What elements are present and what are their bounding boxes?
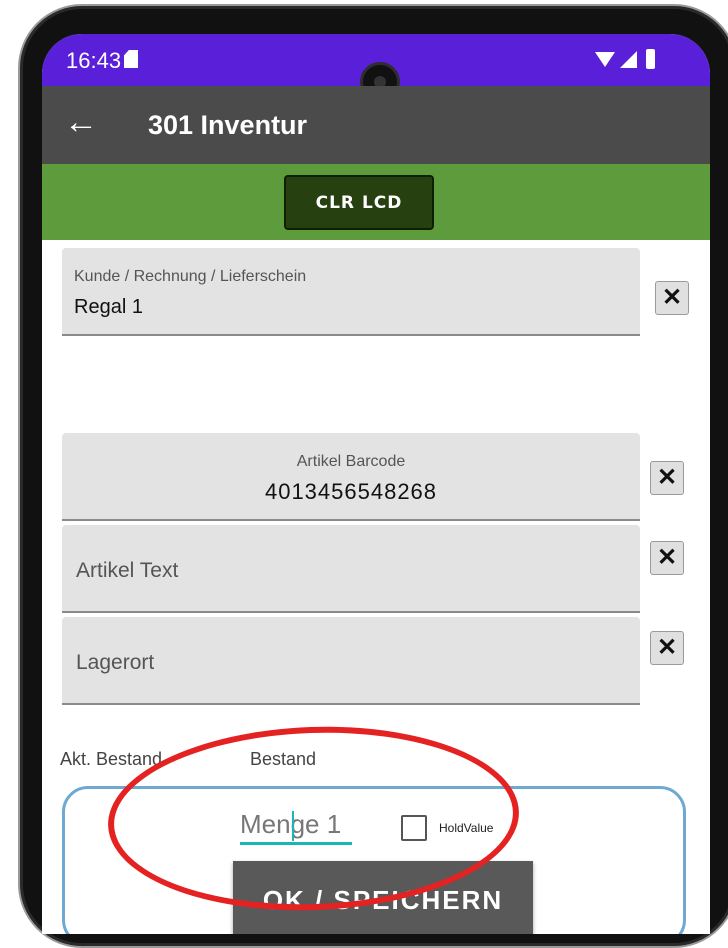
clear-customer-button[interactable]: ✕ bbox=[655, 281, 689, 315]
quantity-placeholder: Menge 1 bbox=[240, 809, 342, 839]
clear-location-button[interactable]: ✕ bbox=[650, 631, 684, 665]
customer-field[interactable]: Kunde / Rechnung / Lieferschein Regal 1 bbox=[62, 248, 640, 336]
clear-barcode-button[interactable]: ✕ bbox=[650, 461, 684, 495]
text-cursor bbox=[292, 811, 294, 841]
customer-field-value: Regal 1 bbox=[74, 296, 143, 318]
location-placeholder: Lagerort bbox=[76, 651, 155, 674]
clear-article-text-button[interactable]: ✕ bbox=[650, 541, 684, 575]
status-time: 16:43 bbox=[66, 48, 122, 73]
wifi-icon bbox=[595, 52, 615, 67]
back-arrow-icon[interactable]: ← bbox=[64, 104, 98, 140]
signal-icon bbox=[620, 51, 637, 68]
customer-field-label: Kunde / Rechnung / Lieferschein bbox=[74, 268, 307, 285]
action-bar: CLR LCD bbox=[42, 164, 710, 240]
quantity-panel: Menge 1 HoldValue OK / SPEICHERN bbox=[62, 786, 686, 934]
location-field[interactable]: Lagerort bbox=[62, 617, 640, 705]
barcode-field[interactable]: Artikel Barcode 4013456548268 bbox=[62, 433, 640, 521]
phone-screen: 16:43 ← 301 Inventur CLR LCD Kunde / Rec… bbox=[42, 34, 710, 934]
article-text-placeholder: Artikel Text bbox=[76, 559, 179, 582]
ok-save-button[interactable]: OK / SPEICHERN bbox=[233, 861, 533, 934]
hold-value-label: HoldValue bbox=[439, 821, 494, 835]
article-text-field[interactable]: Artikel Text bbox=[62, 525, 640, 613]
quantity-input[interactable]: Menge 1 bbox=[240, 809, 352, 845]
barcode-field-label: Artikel Barcode bbox=[296, 453, 406, 470]
battery-icon bbox=[646, 49, 655, 69]
app-bar: ← 301 Inventur bbox=[42, 86, 710, 164]
current-stock-label: Akt. Bestand bbox=[60, 749, 163, 769]
stock-label: Bestand bbox=[250, 749, 317, 769]
clr-lcd-button[interactable]: CLR LCD bbox=[284, 175, 434, 230]
barcode-field-value: 4013456548268 bbox=[264, 479, 438, 504]
hold-value-checkbox[interactable] bbox=[401, 815, 427, 841]
sd-card-icon bbox=[124, 50, 138, 68]
page-title: 301 Inventur bbox=[148, 110, 308, 140]
